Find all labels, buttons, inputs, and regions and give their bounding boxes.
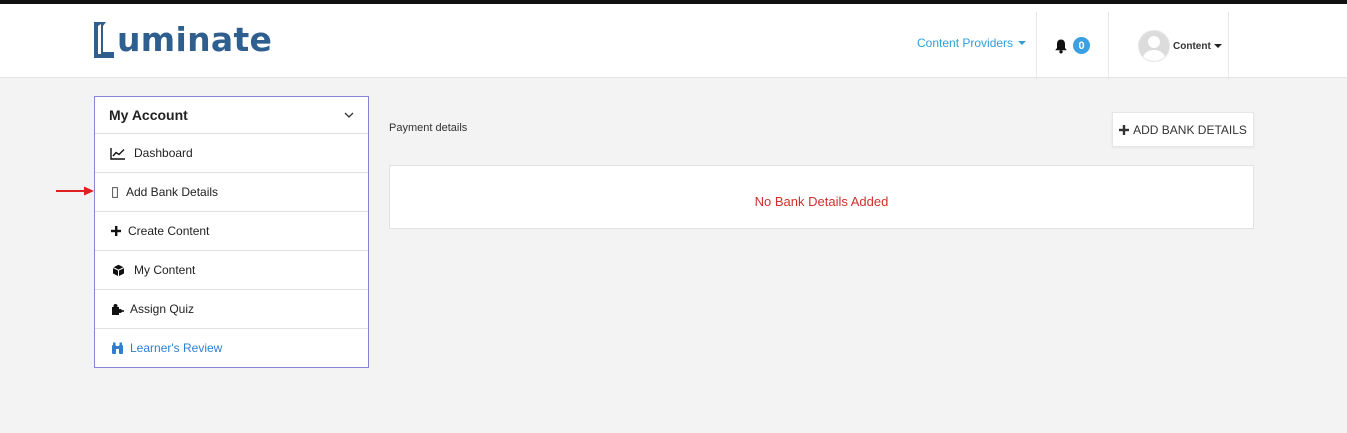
add-bank-details-button[interactable]: ADD BANK DETAILS bbox=[1112, 112, 1254, 147]
sidebar-item-learners-review[interactable]: Learner's Review bbox=[95, 329, 368, 367]
binoculars-icon bbox=[110, 341, 124, 355]
user-menu[interactable]: Content bbox=[1138, 30, 1222, 62]
line-chart-icon bbox=[110, 146, 126, 160]
top-header: uminate Content Providers 0 Content bbox=[0, 4, 1347, 81]
sidebar-item-dashboard[interactable]: Dashboard bbox=[95, 134, 368, 173]
sidebar-header[interactable]: My Account bbox=[95, 97, 368, 134]
plus-icon bbox=[110, 224, 122, 238]
chevron-down-icon bbox=[344, 112, 354, 118]
chevron-down-icon bbox=[1018, 41, 1027, 45]
empty-state-message: No Bank Details Added bbox=[754, 194, 889, 209]
header-divider bbox=[1228, 12, 1229, 81]
sidebar-item-create-content[interactable]: Create Content bbox=[95, 212, 368, 251]
notifications-button[interactable]: 0 bbox=[1053, 37, 1090, 54]
section-title: Payment details bbox=[389, 122, 468, 134]
logo-l-mark-icon bbox=[94, 22, 114, 58]
content-providers-menu[interactable]: Content Providers bbox=[917, 36, 1027, 50]
content-providers-label: Content Providers bbox=[917, 36, 1014, 50]
sidebar-item-assign-quiz[interactable]: Assign Quiz bbox=[95, 290, 368, 329]
sidebar-item-my-content[interactable]: My Content bbox=[95, 251, 368, 290]
sidebar-item-label: My Content bbox=[134, 263, 196, 277]
sidebar-item-label: Create Content bbox=[128, 224, 210, 238]
sidebar-item-label: Assign Quiz bbox=[130, 302, 195, 316]
sidebar-item-add-bank-details[interactable]: Add Bank Details bbox=[95, 173, 368, 212]
add-bank-details-label: ADD BANK DETAILS bbox=[1133, 122, 1247, 137]
header-divider bbox=[1108, 12, 1109, 81]
plus-icon bbox=[1119, 124, 1130, 135]
logo-text: uminate bbox=[117, 20, 273, 59]
header-divider bbox=[1036, 12, 1037, 81]
account-sidebar: My Account Dashboard Add Bank Details Cr… bbox=[94, 96, 369, 368]
bell-icon bbox=[1055, 39, 1067, 53]
notification-count-badge: 0 bbox=[1073, 37, 1090, 54]
sidebar-item-label: Dashboard bbox=[134, 146, 193, 160]
puzzle-icon bbox=[110, 302, 124, 316]
avatar bbox=[1138, 30, 1170, 62]
chevron-down-icon bbox=[1213, 44, 1222, 48]
missing-glyph-icon bbox=[110, 185, 120, 199]
red-arrow-annotation-icon bbox=[56, 186, 94, 196]
sidebar-item-label: Learner's Review bbox=[130, 341, 223, 355]
sidebar-title: My Account bbox=[109, 107, 188, 123]
sidebar-item-label: Add Bank Details bbox=[126, 185, 219, 199]
bank-details-panel: No Bank Details Added bbox=[389, 165, 1254, 229]
cube-icon bbox=[110, 263, 126, 277]
user-menu-label: Content bbox=[1173, 40, 1211, 52]
logo[interactable]: uminate bbox=[92, 16, 272, 58]
